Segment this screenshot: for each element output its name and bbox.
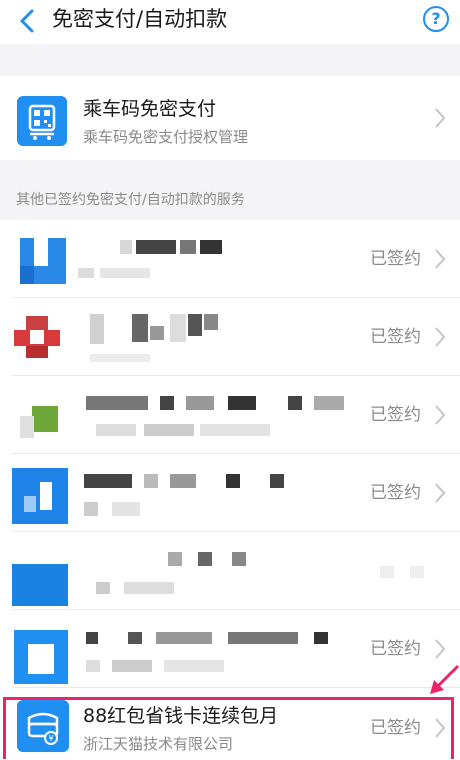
service-logo xyxy=(12,308,70,366)
service-logo xyxy=(12,542,70,606)
service-status: 已签约 xyxy=(370,249,421,269)
service-row[interactable]: 已签约 xyxy=(0,610,460,688)
highlight-frame xyxy=(3,697,454,759)
service-row[interactable] xyxy=(0,532,460,610)
featured-subtitle: 乘车码免密支付授权管理 xyxy=(83,128,249,146)
service-list: 已签约 已签约 已签约 已签约 已签约 xyxy=(0,220,460,760)
service-logo xyxy=(12,230,70,288)
service-status: 已签约 xyxy=(370,405,421,425)
service-logo xyxy=(12,464,70,524)
service-row[interactable]: 已签约 xyxy=(0,220,460,298)
top-bar: 免密支付/自动扣款 ? xyxy=(0,0,460,44)
section-label: 其他已签约免密支付/自动扣款的服务 xyxy=(16,192,245,208)
chevron-right-icon xyxy=(435,639,446,659)
service-status: 已签约 xyxy=(370,639,421,659)
pointer-arrow-icon xyxy=(430,664,460,694)
service-status: 已签约 xyxy=(370,483,421,503)
service-status: 已签约 xyxy=(370,327,421,347)
service-logo xyxy=(12,386,70,444)
chevron-right-icon xyxy=(435,405,446,425)
bus-code-payment-row[interactable]: 乘车码免密支付 乘车码免密支付授权管理 xyxy=(0,76,460,160)
chevron-right-icon xyxy=(435,327,446,347)
chevron-right-icon xyxy=(435,483,446,503)
service-row[interactable]: 已签约 xyxy=(0,298,460,376)
service-row[interactable]: 已签约 xyxy=(0,376,460,454)
featured-title: 乘车码免密支付 xyxy=(83,98,217,120)
service-row[interactable]: 已签约 xyxy=(0,454,460,532)
help-circle-icon[interactable]: ? xyxy=(423,6,449,32)
back-chevron-icon[interactable] xyxy=(14,6,44,36)
chevron-right-icon xyxy=(435,249,446,269)
row-divider xyxy=(12,687,460,688)
chevron-right-icon xyxy=(435,108,446,128)
page-title: 免密支付/自动扣款 xyxy=(52,7,228,31)
bus-qr-icon xyxy=(17,96,67,146)
service-logo xyxy=(12,620,70,684)
